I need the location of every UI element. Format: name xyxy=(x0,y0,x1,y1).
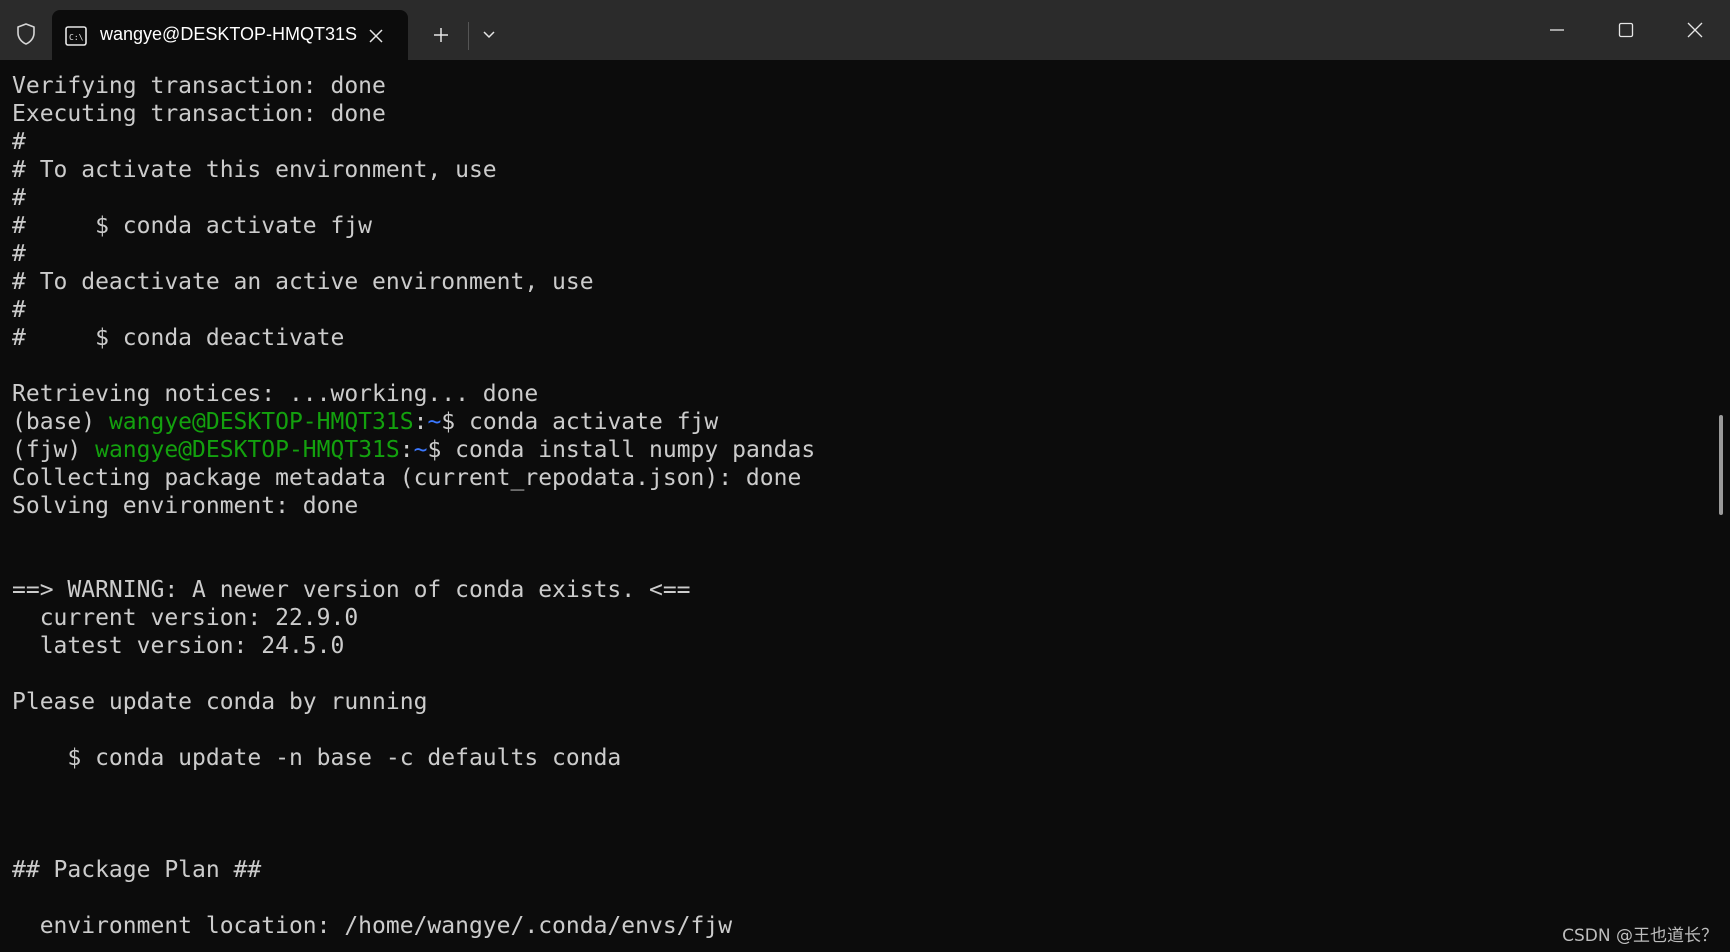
terminal-line: Collecting package metadata (current_rep… xyxy=(12,464,1702,492)
prompt-user-host: wangye@DESKTOP-HMQT31S xyxy=(108,409,414,435)
terminal-line: (fjw) wangye@DESKTOP-HMQT31S:~$ conda in… xyxy=(12,436,1702,464)
close-window-button[interactable] xyxy=(1672,10,1718,50)
terminal-line: # To activate this environment, use xyxy=(12,156,1702,184)
terminal-text: (fjw) xyxy=(12,437,96,463)
minimize-button[interactable] xyxy=(1534,10,1580,50)
terminal-window: C:\ wangye@DESKTOP-HMQT31S Verifying tra… xyxy=(0,0,1730,952)
terminal-line: # xyxy=(12,184,1702,212)
terminal-line: (base) wangye@DESKTOP-HMQT31S:~$ conda a… xyxy=(12,408,1702,436)
terminal-text: $ conda activate fjw xyxy=(441,409,719,435)
terminal-text: latest version: 24.5.0 xyxy=(12,633,345,659)
terminal-icon: C:\ xyxy=(64,24,88,48)
terminal-text: environment location: /home/wangye/.cond… xyxy=(12,913,733,939)
plus-icon xyxy=(434,28,448,42)
terminal-text: ## Package Plan ## xyxy=(12,857,262,883)
terminal-line: $ conda update -n base -c defaults conda xyxy=(12,744,1702,772)
terminal-text: # xyxy=(12,241,26,267)
terminal-text: (base) xyxy=(12,409,109,435)
chevron-down-icon xyxy=(483,31,495,39)
terminal-line: Retrieving notices: ...working... done xyxy=(12,380,1702,408)
tab-terminal[interactable]: C:\ wangye@DESKTOP-HMQT31S xyxy=(52,10,408,60)
terminal-line: # $ conda activate fjw xyxy=(12,212,1702,240)
terminal-text: $ conda update -n base -c defaults conda xyxy=(12,745,622,771)
terminal-text: ==> WARNING: A newer version of conda ex… xyxy=(12,577,691,603)
watermark: CSDN @王也道长？ xyxy=(1562,926,1718,946)
terminal-line: Executing transaction: done xyxy=(12,100,1702,128)
svg-text:C:\: C:\ xyxy=(69,33,84,42)
terminal-text: # To activate this environment, use xyxy=(12,157,497,183)
maximize-icon xyxy=(1618,22,1634,38)
scrollbar-thumb[interactable] xyxy=(1719,415,1723,515)
terminal-text: # To deactivate an active environment, u… xyxy=(12,269,594,295)
close-icon xyxy=(369,29,383,43)
admin-shield-button[interactable] xyxy=(8,16,44,52)
terminal-text: current version: 22.9.0 xyxy=(12,605,359,631)
prompt-path: ~ xyxy=(413,437,428,463)
terminal-text: Collecting package metadata (current_rep… xyxy=(12,465,802,491)
terminal-line: # xyxy=(12,240,1702,268)
prompt-user-host: wangye@DESKTOP-HMQT31S xyxy=(95,437,400,463)
terminal-line: environment location: /home/wangye/.cond… xyxy=(12,912,1702,940)
terminal-text: # xyxy=(12,297,26,323)
title-bar: C:\ wangye@DESKTOP-HMQT31S xyxy=(0,0,1730,60)
shield-icon xyxy=(17,23,35,45)
prompt-path: ~ xyxy=(427,409,442,435)
terminal-text: Verifying transaction: done xyxy=(12,73,386,99)
terminal-line: # xyxy=(12,296,1702,324)
terminal-line: current version: 22.9.0 xyxy=(12,604,1702,632)
terminal-text: # $ conda deactivate xyxy=(12,325,345,351)
terminal-text: : xyxy=(399,437,414,463)
terminal-line: ==> WARNING: A newer version of conda ex… xyxy=(12,576,1702,604)
maximize-button[interactable] xyxy=(1603,10,1649,50)
terminal-line: # To deactivate an active environment, u… xyxy=(12,268,1702,296)
terminal-line: ## Package Plan ## xyxy=(12,856,1702,884)
terminal-line: # $ conda deactivate xyxy=(12,324,1702,352)
terminal-line: Solving environment: done xyxy=(12,492,1702,520)
terminal-text: Solving environment: done xyxy=(12,493,359,519)
terminal-line: # xyxy=(12,128,1702,156)
terminal-text: # xyxy=(12,185,26,211)
terminal-text: Retrieving notices: ...working... done xyxy=(12,381,539,407)
terminal-output[interactable]: Verifying transaction: done Executing tra… xyxy=(12,72,1702,952)
tab-close-button[interactable] xyxy=(362,22,390,50)
terminal-line: latest version: 24.5.0 xyxy=(12,632,1702,660)
minimize-icon xyxy=(1550,29,1564,31)
tab-dropdown-button[interactable] xyxy=(474,20,504,50)
terminal-text: $ conda install numpy pandas xyxy=(427,437,816,463)
terminal-line: Please update conda by running xyxy=(12,688,1702,716)
terminal-text: Please update conda by running xyxy=(12,689,428,715)
close-icon xyxy=(1687,22,1703,38)
terminal-text: # $ conda activate fjw xyxy=(12,213,373,239)
new-tab-button[interactable] xyxy=(426,20,456,50)
tab-divider xyxy=(468,22,469,50)
terminal-text: : xyxy=(413,409,428,435)
terminal-text: # xyxy=(12,129,26,155)
terminal-text: Executing transaction: done xyxy=(12,101,386,127)
terminal-line: Verifying transaction: done xyxy=(12,72,1702,100)
tab-title: wangye@DESKTOP-HMQT31S xyxy=(100,24,358,44)
